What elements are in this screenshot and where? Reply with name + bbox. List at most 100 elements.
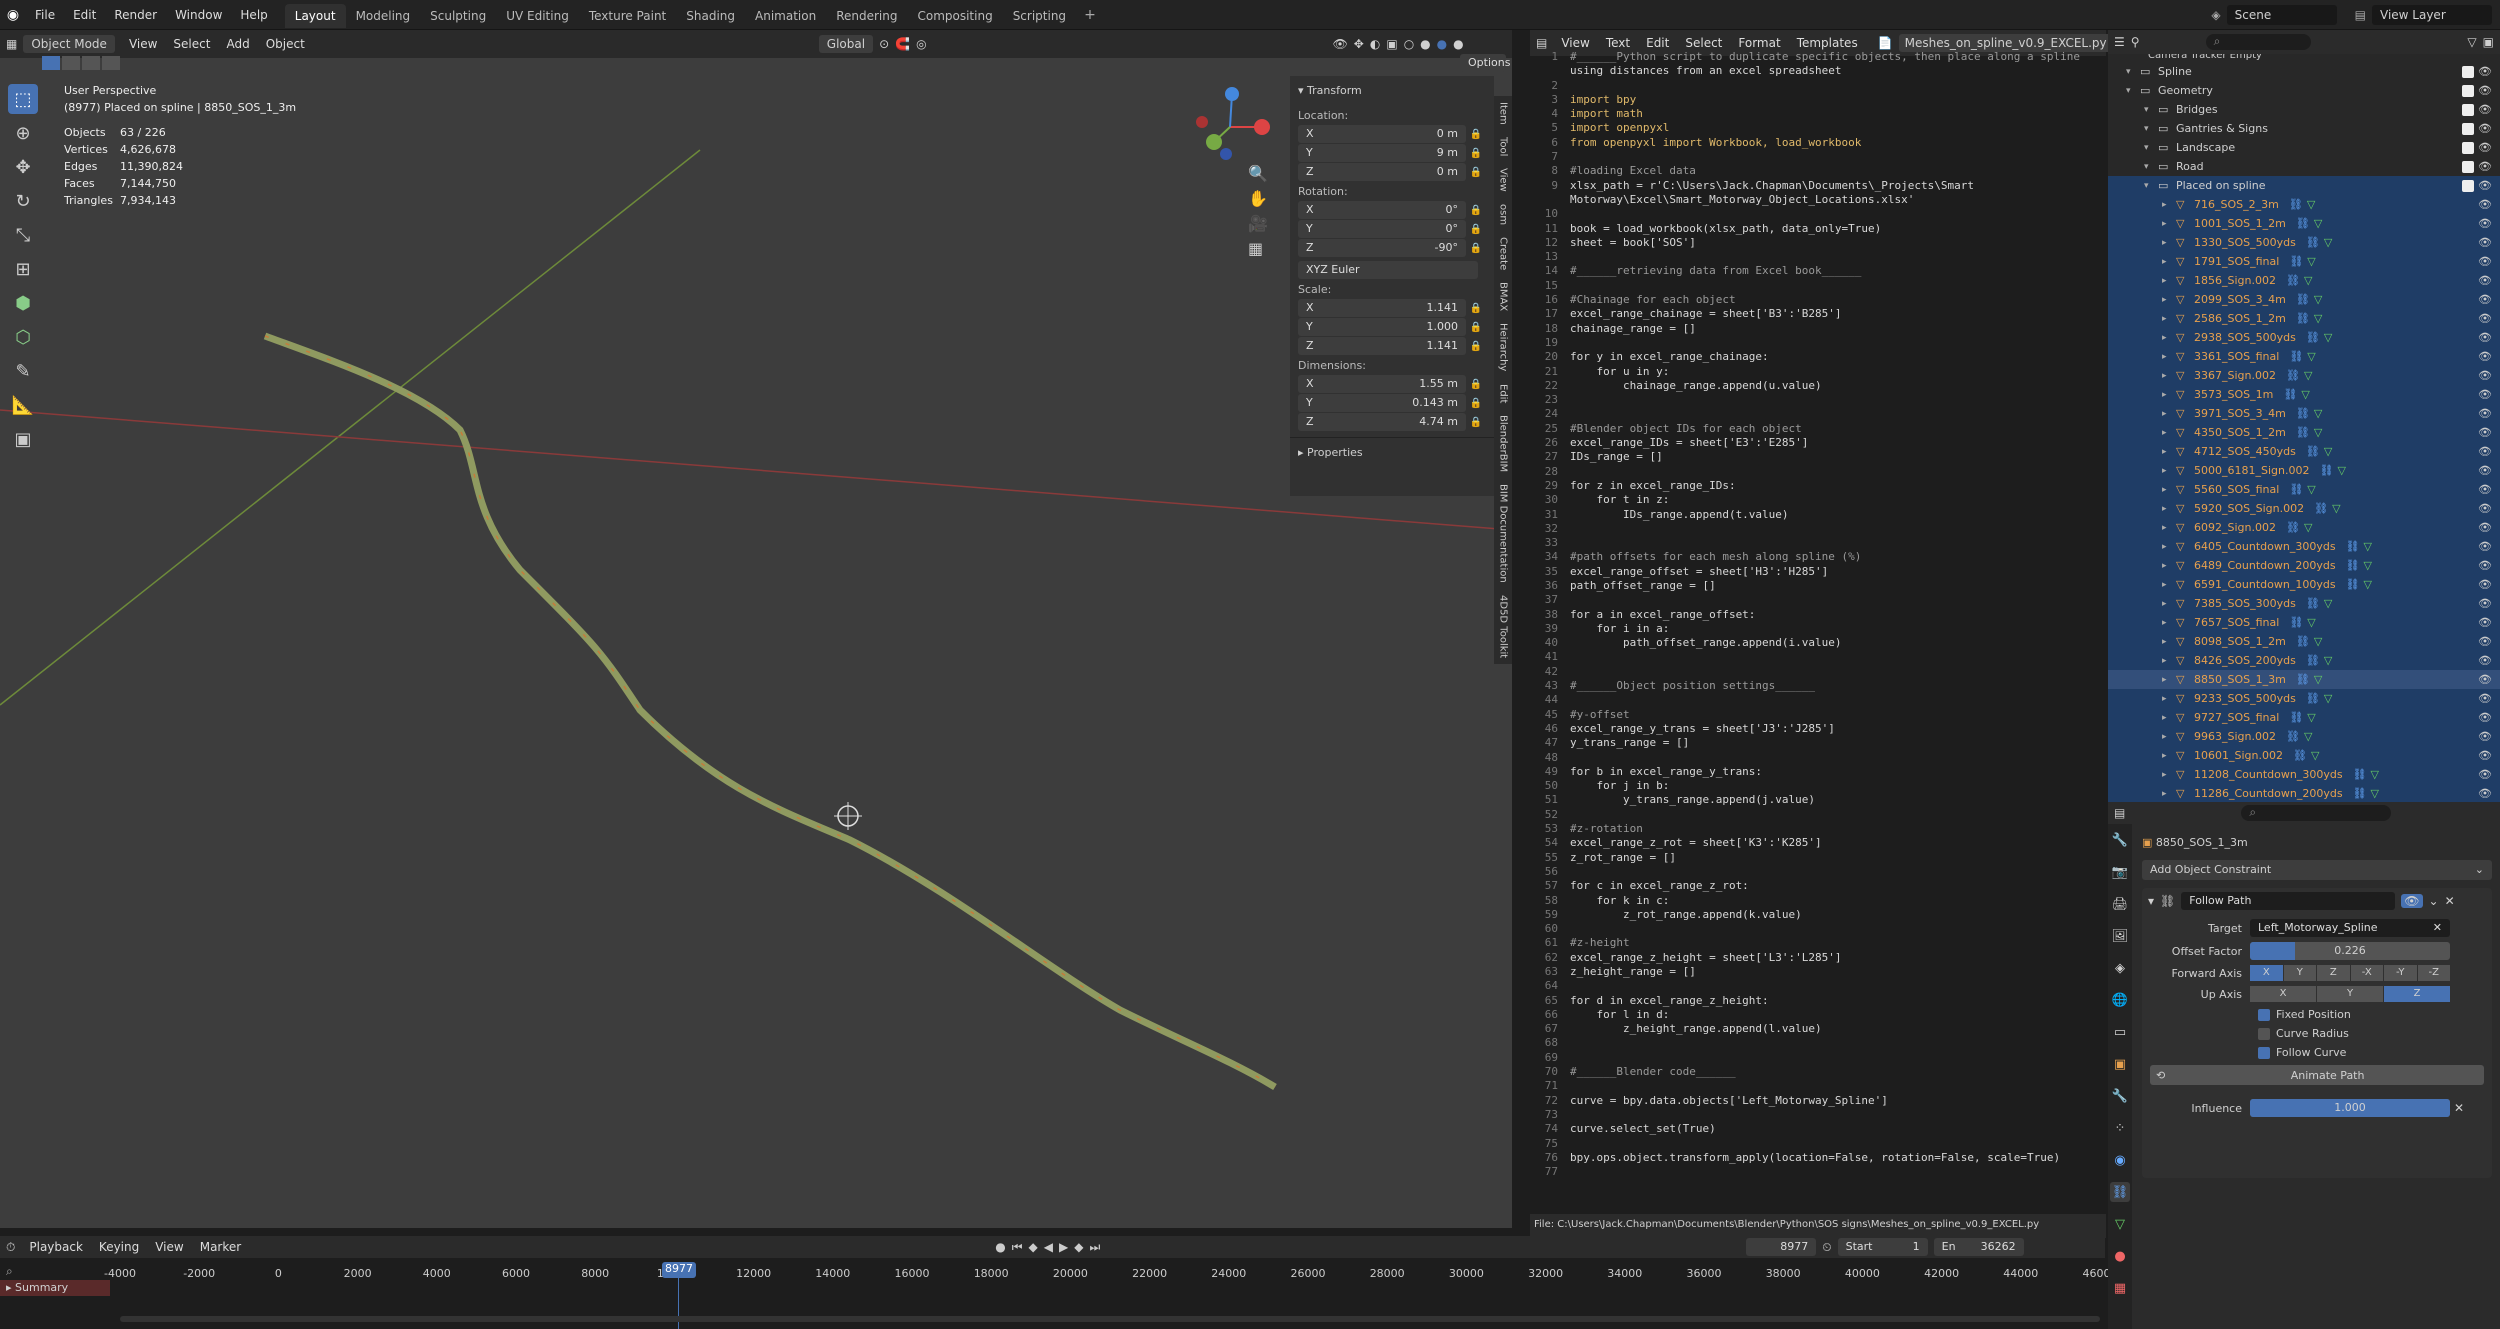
eye-icon[interactable]: 👁 [2401, 894, 2423, 908]
timeline-menu-keying[interactable]: Keying [91, 1238, 147, 1256]
collection-tab-icon[interactable]: ▭ [2110, 1022, 2130, 1042]
close-icon[interactable]: ✕ [2433, 921, 2442, 935]
shading-render-icon[interactable]: ● [1453, 37, 1463, 51]
shading-solid-icon[interactable]: ● [1420, 37, 1430, 51]
proportional-icon[interactable]: ◎ [916, 37, 926, 51]
exclude-checkbox[interactable] [2462, 103, 2474, 116]
outliner-object-row[interactable]: ▸ ▽ 6489_Countdown_200yds ⛓ ▽ 👁 [2108, 556, 2500, 575]
workspace-tab-layout[interactable]: Layout [284, 4, 346, 28]
add-object-icon[interactable]: ▣ [8, 424, 38, 454]
scene-tab-icon[interactable]: ◈ [2110, 958, 2130, 978]
3d-viewport[interactable]: ▦ Object Mode View Select Add Object Global… [0, 30, 1512, 1228]
text-editor[interactable]: ▤ View Text Edit Select Format Templates 📄 Me… [1530, 30, 2113, 1240]
outliner-object-row[interactable]: ▸ ▽ 4712_SOS_450yds ⛓ ▽ 👁 [2108, 442, 2500, 461]
outliner-collection-row[interactable]: ▾ ▭ Geometry 👁 [2108, 81, 2500, 100]
forward-axis--z[interactable]: -Z [2417, 965, 2450, 981]
annotate-icon[interactable]: ⬢ [8, 288, 38, 318]
disclosure-icon[interactable]: ▸ [2162, 561, 2176, 571]
disclosure-icon[interactable]: ▸ [2162, 789, 2176, 799]
menu-render[interactable]: Render [105, 0, 166, 30]
object-tab-icon[interactable]: ▣ [2110, 1054, 2130, 1074]
outliner-object-row[interactable]: ▸ ▽ 716_SOS_2_3m ⛓ ▽ 👁 [2108, 195, 2500, 214]
checkbox-icon[interactable] [2258, 1046, 2270, 1059]
disclosure-icon[interactable]: ▸ [2162, 200, 2176, 210]
next-key-icon[interactable]: ◆ [1074, 1240, 1083, 1255]
disclosure-icon[interactable]: ▾ [2144, 181, 2158, 191]
fixed-position-checkbox[interactable]: Fixed Position [2258, 1008, 2492, 1021]
outliner-object-row[interactable]: ▸ ▽ 1856_Sign.002 ⛓ ▽ 👁 [2108, 271, 2500, 290]
outliner-object-row[interactable]: ▸ ▽ 9727_SOS_final ⛓ ▽ 👁 [2108, 708, 2500, 727]
shading-material-icon[interactable]: ● [1437, 37, 1447, 51]
shading-wire-icon[interactable]: ○ [1404, 37, 1414, 51]
eye-icon[interactable]: 👁 [2478, 331, 2492, 344]
disclosure-icon[interactable]: ▸ [2162, 637, 2176, 647]
outliner-object-row[interactable]: ▸ ▽ 5560_SOS_final ⛓ ▽ 👁 [2108, 480, 2500, 499]
eye-icon[interactable]: 👁 [2478, 464, 2492, 477]
disclosure-icon[interactable]: ▾ [2144, 124, 2158, 134]
lock-icon[interactable]: 🔒 [1466, 398, 1486, 409]
eye-icon[interactable]: 👁 [2478, 65, 2492, 78]
outliner-object-row[interactable]: ▸ ▽ 5920_SOS_Sign.002 ⛓ ▽ 👁 [2108, 499, 2500, 518]
outliner-object-row[interactable]: ▸ ▽ 3367_Sign.002 ⛓ ▽ 👁 [2108, 366, 2500, 385]
start-frame-field[interactable]: Start 1 [1837, 1238, 1928, 1256]
summary-channel[interactable]: ▸ Summary [0, 1280, 110, 1296]
gizmo-icon[interactable]: ✥ [1354, 37, 1364, 51]
outliner-top-item[interactable]: Camera Tracker Empty [2108, 54, 2500, 62]
eye-icon[interactable]: 👁 [2478, 692, 2492, 705]
exclude-checkbox[interactable] [2462, 160, 2474, 173]
disclosure-icon[interactable]: ▸ [2162, 466, 2176, 476]
mode-selector[interactable]: Object Mode [23, 35, 115, 53]
disclosure-icon[interactable]: ▸ [2162, 333, 2176, 343]
eye-icon[interactable]: 👁 [2478, 255, 2492, 268]
outliner-object-row[interactable]: ▸ ▽ 6092_Sign.002 ⛓ ▽ 👁 [2108, 518, 2500, 537]
outliner-collection-row[interactable]: ▾ ▭ Spline 👁 [2108, 62, 2500, 81]
eye-icon[interactable]: 👁 [2478, 426, 2492, 439]
editor-type-icon[interactable]: ▦ [6, 37, 17, 51]
particles-tab-icon[interactable]: ⁘ [2110, 1118, 2130, 1138]
up-axis-z[interactable]: Z [2384, 986, 2450, 1002]
playhead-marker[interactable]: 8977 [662, 1262, 696, 1278]
eye-icon[interactable]: 👁 [2478, 768, 2492, 781]
eye-icon[interactable]: 👁 [2478, 407, 2492, 420]
outliner-collection-row[interactable]: ▾ ▭ Bridges 👁 [2108, 100, 2500, 119]
code-area[interactable]: 1 #______Python script to duplicate speci… [1530, 50, 2098, 1222]
outliner-object-row[interactable]: ▸ ▽ 1330_SOS_500yds ⛓ ▽ 👁 [2108, 233, 2500, 252]
material-tab-icon[interactable]: ● [2110, 1246, 2130, 1266]
editor-type-icon[interactable]: ⏱ [6, 1240, 15, 1255]
loc-y-field[interactable]: Y 9 m [1298, 144, 1466, 162]
disclosure-icon[interactable]: ▸ [2162, 675, 2176, 685]
workspace-tab-texture-paint[interactable]: Texture Paint [579, 4, 676, 28]
collapse-icon[interactable]: ▾ [2148, 894, 2154, 908]
outliner-object-row[interactable]: ▸ ▽ 7385_SOS_300yds ⛓ ▽ 👁 [2108, 594, 2500, 613]
lock-icon[interactable]: 🔒 [1466, 341, 1486, 352]
eye-icon[interactable]: 👁 [2478, 597, 2492, 610]
jump-start-icon[interactable]: ⏮ [1012, 1240, 1023, 1255]
menu-edit[interactable]: Edit [64, 0, 105, 30]
outliner-object-row[interactable]: ▸ ▽ 1001_SOS_1_2m ⛓ ▽ 👁 [2108, 214, 2500, 233]
outliner-object-row[interactable]: ▸ ▽ 6405_Countdown_300yds ⛓ ▽ 👁 [2108, 537, 2500, 556]
disclosure-icon[interactable]: ▸ [2162, 257, 2176, 267]
pan-hand-icon[interactable]: ✋ [1248, 189, 1268, 208]
sidebar-tab-osm[interactable]: osm [1496, 198, 1511, 231]
eye-icon[interactable]: 👁 [2478, 141, 2492, 154]
outliner-object-row[interactable]: ▸ ▽ 11208_Countdown_300yds ⛓ ▽ 👁 [2108, 765, 2500, 784]
influence-slider[interactable]: 1.000 [2250, 1099, 2450, 1117]
workspace-tab-scripting[interactable]: Scripting [1003, 4, 1076, 28]
editor-type-icon[interactable]: ☰ [2114, 35, 2125, 49]
lock-icon[interactable]: 🔒 [1466, 167, 1486, 178]
loc-x-field[interactable]: X 0 m [1298, 125, 1466, 143]
transform-icon[interactable]: ⊞ [8, 254, 38, 284]
disclosure-icon[interactable]: ▸ [2162, 390, 2176, 400]
eye-icon[interactable]: 👁 [2478, 711, 2492, 724]
eye-icon[interactable]: 👁 [2478, 540, 2492, 553]
outliner-object-row[interactable]: ▸ ▽ 1791_SOS_final ⛓ ▽ 👁 [2108, 252, 2500, 271]
disclosure-icon[interactable]: ▸ [2162, 618, 2176, 628]
forward-axis-y[interactable]: Y [2283, 965, 2316, 981]
rot-z-field[interactable]: Z -90° [1298, 239, 1466, 257]
eye-icon[interactable]: 👁 [2478, 122, 2492, 135]
lock-icon[interactable]: 🔒 [1466, 205, 1486, 216]
up-axis-x[interactable]: X [2250, 986, 2316, 1002]
offset-factor-slider[interactable]: 0.226 [2250, 942, 2450, 960]
checkbox-icon[interactable] [2258, 1027, 2270, 1040]
disclosure-icon[interactable]: ▾ [2126, 86, 2140, 96]
